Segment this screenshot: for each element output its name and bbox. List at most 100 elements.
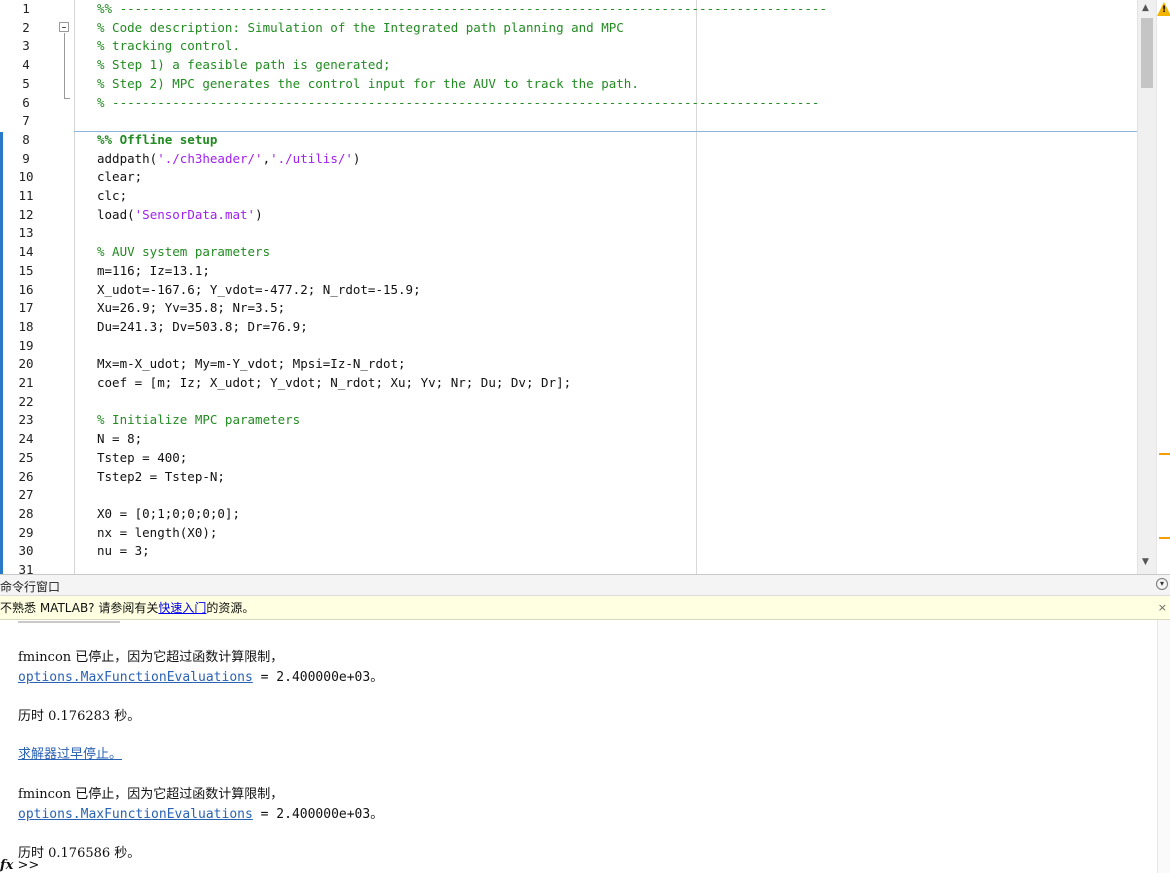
output-line: 历时 0.176283 秒。 — [18, 709, 141, 724]
output-line: options.MaxFunctionEvaluations = 2.40000… — [18, 670, 384, 685]
line-number: 18 — [18, 318, 34, 334]
code-line[interactable]: % Step 2) MPC generates the control inpu… — [97, 75, 639, 94]
command-prompt[interactable]: fx >> — [0, 858, 39, 873]
code-token: load( — [97, 206, 135, 222]
line-number: 25 — [18, 449, 34, 465]
line-number: 3 — [22, 38, 30, 54]
line-number: 31 — [18, 562, 34, 574]
output-line: options.MaxFunctionEvaluations = 2.40000… — [18, 807, 384, 822]
code-line[interactable]: X0 = [0;1;0;0;0;0]; — [97, 505, 240, 524]
line-number: 26 — [18, 468, 34, 484]
string-literal: 'SensorData.mat' — [134, 206, 256, 222]
output-line: 求解器过早停止。 — [18, 743, 122, 762]
line-number: 4 — [22, 57, 30, 73]
line-number: 10 — [18, 169, 34, 185]
line-number: 30 — [18, 543, 34, 559]
code-line[interactable]: m=116; Iz=13.1; — [97, 262, 210, 281]
scrollbar-thumb[interactable] — [1141, 18, 1153, 88]
editor-vertical-scrollbar[interactable]: ▲ ▼ — [1137, 0, 1157, 574]
notice-prefix: 不熟悉 MATLAB? 请参阅有关 — [0, 601, 159, 615]
line-number: 5 — [22, 75, 30, 91]
output-line: fmincon 已停止，因为它超过函数计算限制， — [18, 650, 284, 665]
code-line[interactable]: addpath('./ch3header/','./utilis/') — [97, 150, 360, 169]
line-number: 2 — [22, 19, 30, 35]
getting-started-link[interactable]: 快速入门 — [158, 601, 206, 615]
line-number: 28 — [18, 505, 34, 521]
code-line[interactable]: X_udot=-167.6; Y_vdot=-477.2; N_rdot=-15… — [97, 281, 421, 300]
code-line[interactable]: load('SensorData.mat') — [97, 206, 263, 225]
max-function-evaluations-link[interactable]: options.MaxFunctionEvaluations — [18, 807, 253, 822]
line-number: 20 — [18, 356, 34, 372]
line-number: 1 — [22, 1, 30, 16]
code-analyzer-strip[interactable] — [1156, 0, 1170, 574]
code-line[interactable]: % Initialize MPC parameters — [97, 411, 300, 430]
line-number: 16 — [18, 281, 34, 297]
line-number: 17 — [18, 300, 34, 316]
output-separator — [18, 621, 120, 623]
code-line[interactable]: %% Offline setup — [97, 131, 217, 150]
string-literal: './ch3header/' — [157, 150, 263, 166]
scroll-down-icon[interactable]: ▼ — [1142, 557, 1149, 567]
code-editor[interactable]: 1 2 3 4 5 6 7 8 9 10 11 12 13 14 15 16 17 18 19 20 21 22 23 24 2… — [0, 0, 1170, 574]
code-line[interactable]: Xu=26.9; Yv=35.8; Nr=3.5; — [97, 299, 285, 318]
code-line[interactable]: N = 8; — [97, 430, 142, 449]
code-line[interactable]: % Code description: Simulation of the In… — [97, 19, 624, 38]
right-margin-line — [696, 0, 697, 574]
code-token: , — [262, 150, 271, 166]
prompt-symbol: >> — [17, 858, 40, 873]
warning-marker[interactable] — [1159, 537, 1170, 539]
line-number: 15 — [18, 262, 34, 278]
close-icon[interactable]: × — [1158, 596, 1167, 620]
command-window-scrollbar[interactable] — [1157, 620, 1170, 873]
code-line[interactable]: coef = [m; Iz; X_udot; Y_vdot; N_rdot; X… — [97, 374, 571, 393]
line-number: 21 — [18, 375, 34, 390]
code-fold-toggle[interactable] — [59, 22, 69, 32]
code-token: ) — [352, 150, 361, 166]
code-line[interactable]: Du=241.3; Dv=503.8; Dr=76.9; — [97, 318, 308, 337]
warning-marker[interactable] — [1159, 453, 1170, 455]
code-line[interactable]: clc; — [97, 187, 127, 206]
code-line[interactable]: clear; — [97, 168, 142, 187]
current-section-indicator — [0, 132, 3, 574]
line-number: 14 — [18, 244, 34, 260]
fold-guide-line — [64, 33, 65, 99]
code-line[interactable]: nu = 3; — [97, 542, 150, 561]
scroll-up-icon[interactable]: ▲ — [1142, 3, 1149, 13]
line-number: 8 — [22, 131, 30, 147]
command-window-header: 命令行窗口 ▾ — [0, 574, 1170, 596]
code-token: addpath( — [97, 150, 158, 166]
code-line[interactable]: Tstep = 400; — [97, 449, 187, 468]
code-line[interactable]: % tracking control. — [97, 37, 240, 56]
line-number: 9 — [22, 150, 30, 166]
fx-icon[interactable]: fx — [0, 858, 13, 873]
code-token: ) — [255, 206, 263, 222]
line-number: 11 — [18, 188, 34, 203]
warning-icon[interactable]: ! — [1157, 2, 1170, 16]
line-number: 19 — [18, 337, 34, 353]
code-line[interactable]: % Step 1) a feasible path is generated; — [97, 56, 391, 75]
code-line[interactable]: % --------------------------------------… — [97, 94, 819, 113]
line-number: 13 — [18, 225, 34, 241]
line-number: 12 — [18, 206, 34, 222]
warning-glyph: ! — [1162, 5, 1167, 15]
code-line[interactable]: Tstep2 = Tstep-N; — [97, 468, 225, 487]
max-function-evaluations-link[interactable]: options.MaxFunctionEvaluations — [18, 670, 253, 685]
section-divider — [74, 131, 1137, 132]
line-number: 24 — [18, 431, 34, 447]
code-line[interactable]: %% -------------------------------------… — [97, 0, 827, 19]
panel-menu-icon[interactable]: ▾ — [1156, 578, 1168, 590]
solver-stopped-link[interactable]: 求解器过早停止。 — [18, 747, 122, 762]
line-number: 23 — [18, 412, 34, 428]
code-line[interactable]: nx = length(X0); — [97, 524, 217, 543]
line-number: 7 — [22, 113, 30, 129]
code-line[interactable]: % AUV system parameters — [97, 243, 270, 262]
output-line: fmincon 已停止，因为它超过函数计算限制， — [18, 787, 284, 802]
line-number: 27 — [18, 487, 34, 503]
command-window-output[interactable]: fmincon 已停止，因为它超过函数计算限制， options.MaxFunc… — [0, 620, 1170, 873]
code-line[interactable]: Mx=m-X_udot; My=m-Y_vdot; Mpsi=Iz-N_rdot… — [97, 355, 406, 374]
getting-started-notice: 不熟悉 MATLAB? 请参阅有关快速入门的资源。 × — [0, 596, 1170, 620]
command-window-title: 命令行窗口 — [0, 580, 61, 594]
line-number: 6 — [22, 94, 30, 110]
line-number: 29 — [18, 524, 34, 540]
fold-guide-end — [64, 98, 70, 99]
